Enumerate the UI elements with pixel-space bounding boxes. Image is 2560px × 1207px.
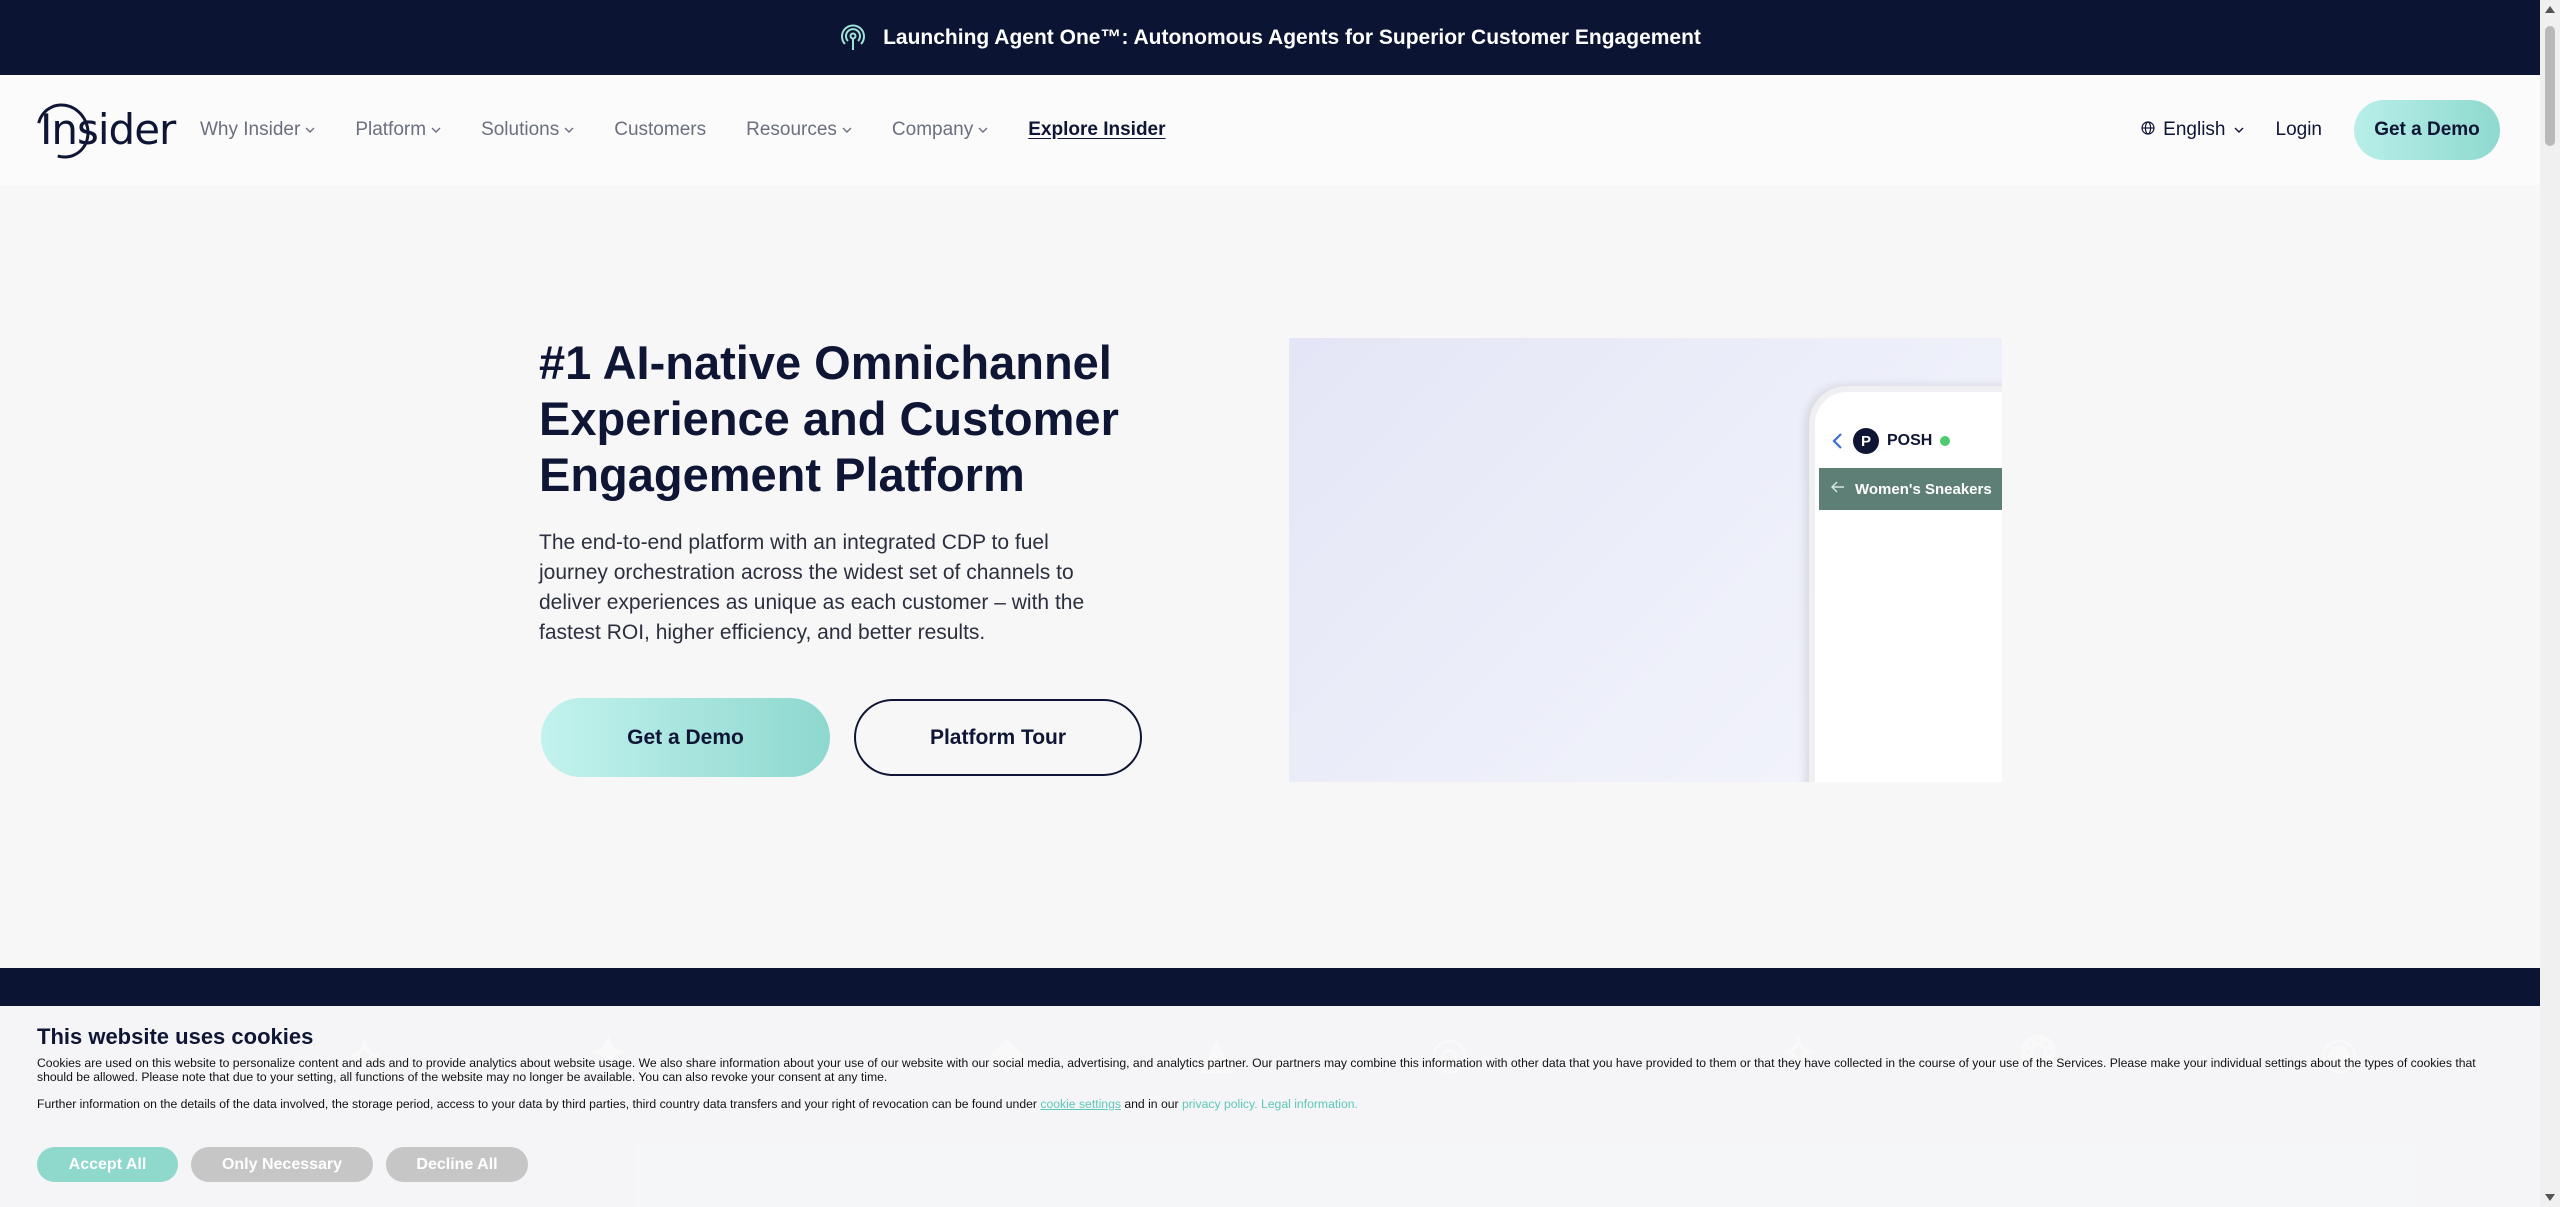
cookie-more-info: Further information on the details of th… — [37, 1097, 1358, 1111]
phone-category-bar: Women's Sneakers — [1819, 468, 2002, 510]
scroll-up-arrow-icon[interactable] — [2545, 6, 2555, 13]
cookie-more-mid: and in our — [1124, 1097, 1179, 1111]
category-label: Women's Sneakers — [1855, 480, 1992, 498]
accept-all-button[interactable]: Accept All — [37, 1147, 178, 1182]
nav-label: Customers — [614, 119, 707, 140]
login-link[interactable]: Login — [2276, 119, 2323, 141]
online-status-dot — [1940, 436, 1951, 446]
cookie-banner: This website uses cookies Cookies are us… — [0, 1006, 2540, 1207]
scrollbar-thumb[interactable] — [2545, 26, 2555, 146]
cookie-body: Cookies are used on this website to pers… — [37, 1056, 2476, 1084]
site-header: Insider Why Insider Platform Solutions C… — [0, 75, 2540, 185]
page-scrollbar[interactable] — [2540, 0, 2560, 1207]
nav-label: Solutions — [481, 119, 560, 140]
phone-app-header: P POSH — [1831, 428, 1951, 454]
language-selector[interactable]: English — [2141, 119, 2243, 141]
hero-visual: P POSH Women's Sneakers — [1289, 338, 2002, 782]
nav-customers[interactable]: Customers — [614, 119, 706, 141]
header-get-demo-button[interactable]: Get a Demo — [2354, 100, 2500, 160]
only-necessary-button[interactable]: Only Necessary — [191, 1147, 373, 1182]
announcement-text[interactable]: Launching Agent One™: Autonomous Agents … — [883, 26, 1701, 50]
brand-avatar: P — [1853, 428, 1879, 454]
decline-all-button[interactable]: Decline All — [386, 1147, 528, 1182]
brand-name: POSH — [1887, 432, 1933, 449]
nav-label: Explore Insider — [1028, 119, 1166, 140]
chevron-down-icon — [2234, 119, 2244, 141]
chevron-down-icon — [978, 125, 988, 135]
nav-label: Resources — [746, 119, 837, 140]
insider-logo[interactable]: Insider — [26, 93, 176, 169]
nav-label: Platform — [355, 119, 427, 140]
chevron-down-icon — [431, 125, 441, 135]
globe-icon — [2141, 119, 2155, 141]
hero-platform-tour-button[interactable]: Platform Tour — [854, 699, 1142, 776]
nav-platform[interactable]: Platform — [355, 119, 441, 141]
privacy-policy-link[interactable]: privacy policy. — [1182, 1097, 1258, 1111]
back-arrow-icon — [1831, 432, 1845, 450]
cookie-actions: Accept All Only Necessary Decline All — [37, 1147, 528, 1182]
cookie-title: This website uses cookies — [37, 1024, 314, 1049]
cookie-settings-link[interactable]: cookie settings — [1040, 1097, 1121, 1111]
hero-description: The end-to-end platform with an integrat… — [539, 531, 1085, 644]
announcement-bar[interactable]: Launching Agent One™: Autonomous Agents … — [0, 0, 2540, 75]
broadcast-icon — [839, 24, 867, 52]
nav-label: Why Insider — [200, 119, 301, 140]
main-nav: Why Insider Platform Solutions Customers… — [200, 75, 1166, 185]
phone-mockup: P POSH Women's Sneakers — [1809, 386, 2002, 782]
cookie-more-text: Further information on the details of th… — [37, 1097, 1037, 1111]
hero-get-demo-button[interactable]: Get a Demo — [541, 698, 830, 777]
chevron-down-icon — [842, 125, 852, 135]
language-label: English — [2163, 119, 2226, 140]
scroll-down-arrow-icon[interactable] — [2545, 1194, 2555, 1201]
nav-explore-insider[interactable]: Explore Insider — [1028, 119, 1165, 141]
hero-title: #1 AI-native Omnichannel Experience and … — [539, 336, 1119, 501]
nav-resources[interactable]: Resources — [746, 119, 852, 141]
arrow-left-icon — [1830, 480, 1845, 498]
nav-company[interactable]: Company — [892, 119, 988, 141]
nav-solutions[interactable]: Solutions — [481, 119, 574, 141]
chevron-down-icon — [305, 125, 315, 135]
nav-label: Company — [891, 119, 974, 140]
header-actions: English Login Get a Demo — [2141, 75, 2500, 185]
logo-text: Insider — [40, 104, 176, 154]
legal-information-link[interactable]: Legal information. — [1261, 1097, 1358, 1111]
chevron-down-icon — [564, 125, 574, 135]
nav-why-insider[interactable]: Why Insider — [200, 119, 315, 141]
